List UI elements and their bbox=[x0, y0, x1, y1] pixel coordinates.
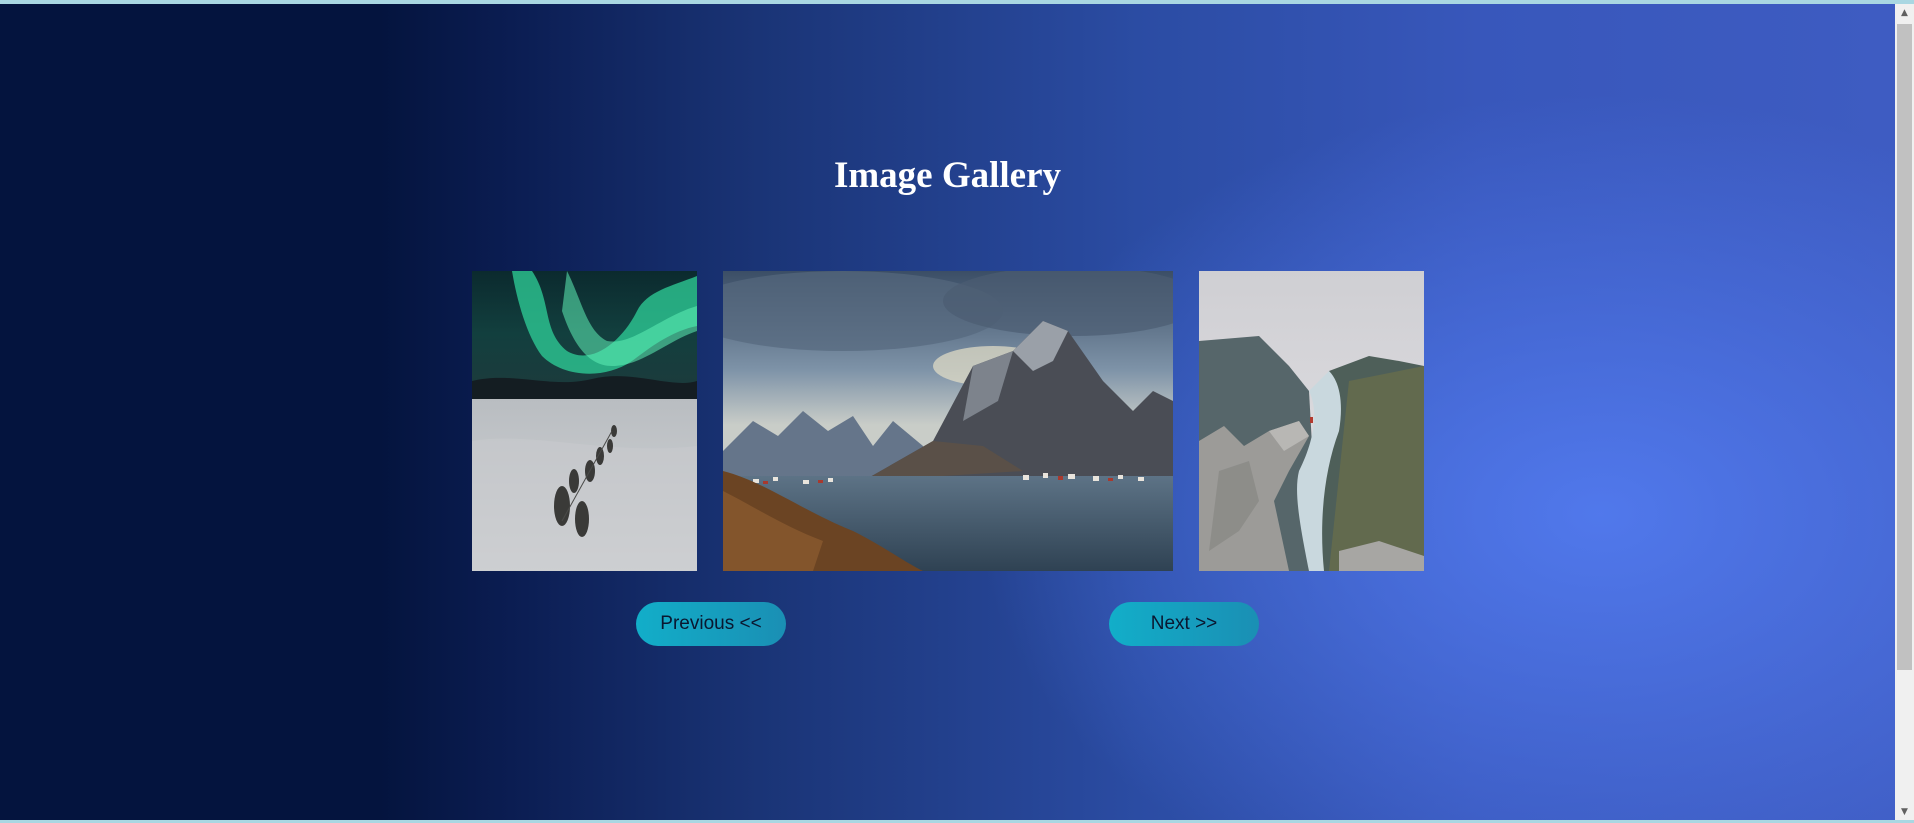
scrollbar-thumb[interactable] bbox=[1897, 24, 1912, 670]
page-title: Image Gallery bbox=[833, 155, 1062, 196]
vertical-scrollbar[interactable]: ▲ ▼ bbox=[1895, 4, 1914, 820]
next-button[interactable]: Next >> bbox=[1109, 602, 1259, 646]
mountain-village-image bbox=[723, 271, 1173, 571]
gallery-image-aurora[interactable] bbox=[472, 271, 697, 571]
fjord-cliff-image bbox=[1199, 271, 1424, 571]
scroll-up-arrow-icon[interactable]: ▲ bbox=[1895, 4, 1914, 21]
aurora-sled-dogs-image bbox=[472, 271, 697, 571]
gallery-image-mountain[interactable] bbox=[723, 271, 1173, 571]
previous-button[interactable]: Previous << bbox=[636, 602, 786, 646]
page-viewport: Image Gallery Previous << Next >> bbox=[0, 4, 1895, 820]
gallery-image-cliff[interactable] bbox=[1199, 271, 1424, 571]
scroll-down-arrow-icon[interactable]: ▼ bbox=[1895, 803, 1914, 820]
